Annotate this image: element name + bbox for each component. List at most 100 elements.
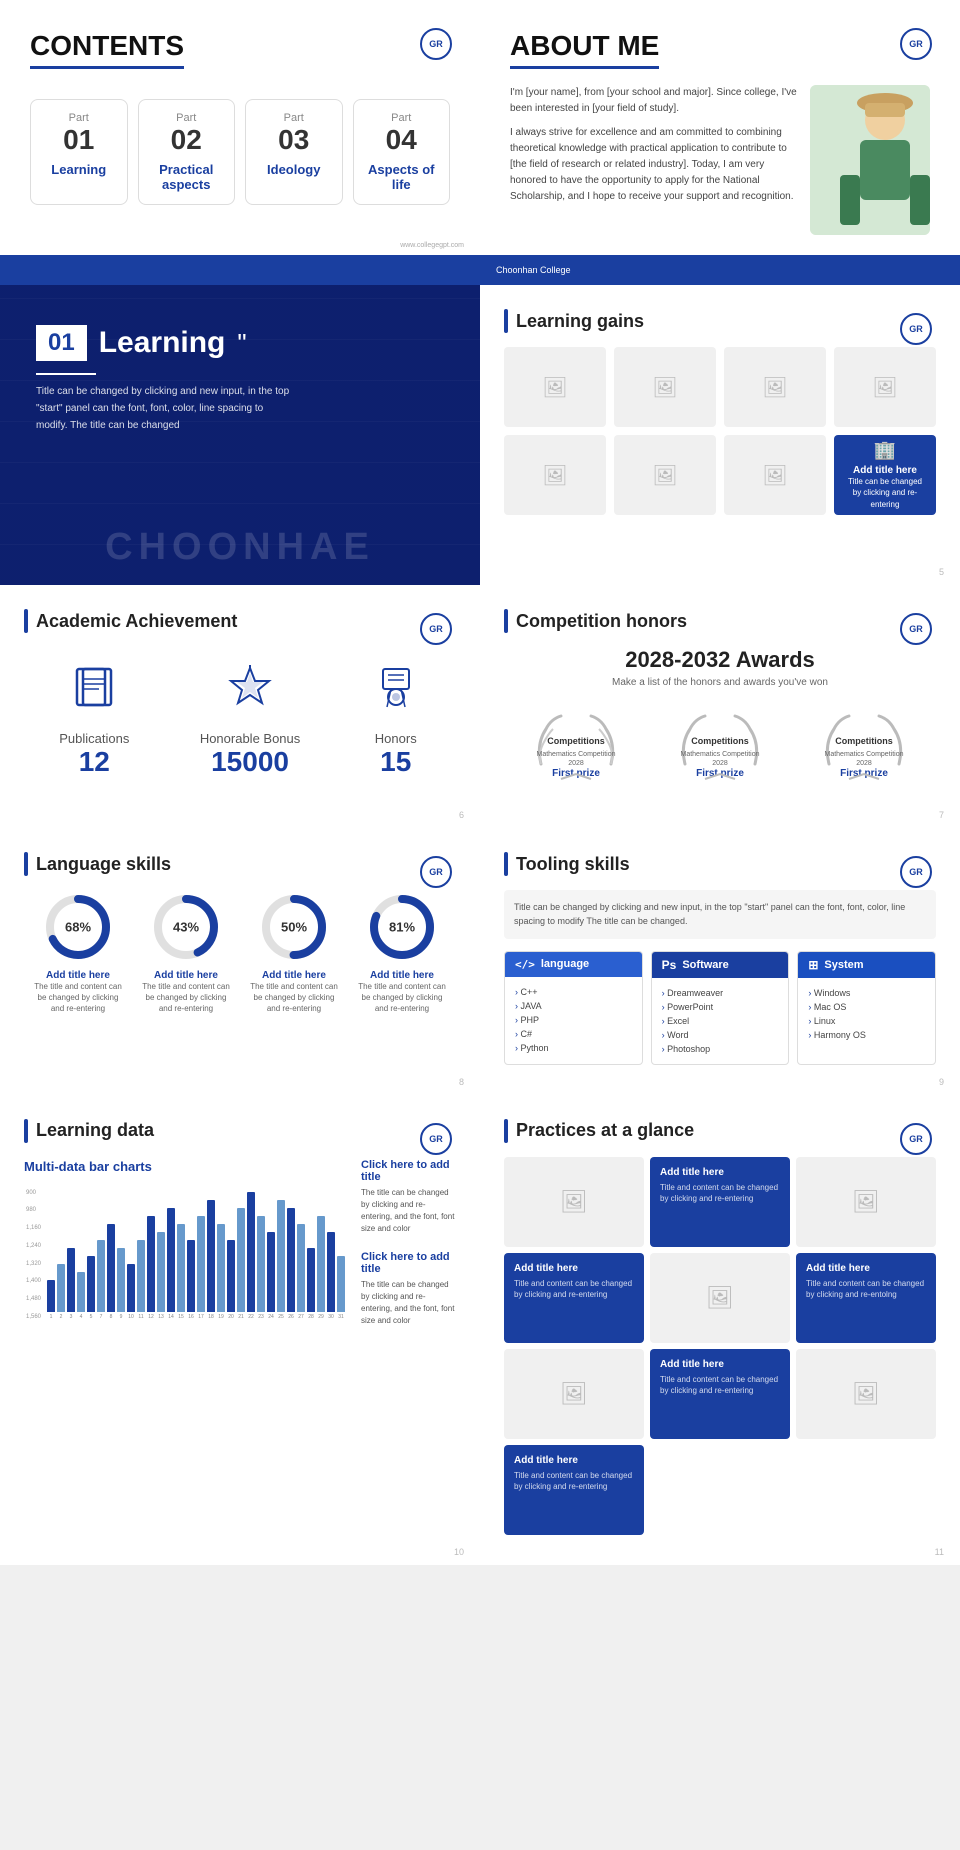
pct-4: 81% bbox=[389, 920, 415, 935]
slide-num-10: 11 bbox=[935, 1547, 944, 1557]
practices-title: Practices at a glance bbox=[516, 1120, 936, 1141]
logo-circle-7: GR bbox=[420, 856, 452, 888]
prac-icon-4: 🖼 bbox=[560, 1381, 588, 1407]
tool-table: </> language C++ JAVA PHP C# Python Ps S… bbox=[504, 951, 936, 1065]
tool-header-sys: ⊞ System bbox=[798, 952, 935, 978]
prac-blue-3: Add title here Title and content can be … bbox=[796, 1253, 936, 1343]
tool-col-sys: ⊞ System Windows Mac OS Linux Harmony OS bbox=[797, 951, 936, 1065]
tool-item-python: Python bbox=[515, 1041, 632, 1055]
tool-items-sys: Windows Mac OS Linux Harmony OS bbox=[798, 978, 935, 1050]
bar-30 bbox=[337, 1256, 345, 1312]
x-label-25: 26 bbox=[287, 1314, 295, 1320]
x-label-24: 25 bbox=[277, 1314, 285, 1320]
choonha-watermark: CHOONHAE bbox=[0, 526, 480, 569]
ps-icon: Ps bbox=[662, 958, 677, 972]
gains-cell-3: 🖼 bbox=[724, 347, 826, 427]
academic-title: Academic Achievement bbox=[36, 611, 456, 632]
prac-blue-5: Add title here Title and content can be … bbox=[504, 1445, 644, 1535]
academic-header: Academic Achievement GR bbox=[24, 609, 456, 633]
about-footer-text: Choonhan College bbox=[496, 265, 571, 275]
gains-header: Learning gains GR bbox=[504, 309, 936, 333]
card-3[interactable]: Part 03 Ideology bbox=[245, 99, 343, 205]
x-label-13: 14 bbox=[167, 1314, 175, 1320]
bar-22 bbox=[257, 1216, 265, 1312]
card-1-num: 01 bbox=[41, 124, 117, 156]
tool-header-lang: </> language bbox=[505, 952, 642, 977]
x-label-9: 10 bbox=[127, 1314, 135, 1320]
bar-27 bbox=[307, 1248, 315, 1312]
gains-stripe bbox=[504, 309, 508, 333]
awards-title: 2028-2032 Awards bbox=[504, 647, 936, 673]
logo-circle-8: GR bbox=[900, 856, 932, 888]
slide-num-9: 10 bbox=[454, 1547, 464, 1557]
x-label-17: 18 bbox=[207, 1314, 215, 1320]
contents-title: CONTENTS bbox=[30, 30, 184, 69]
card-2[interactable]: Part 02 Practical aspects bbox=[138, 99, 236, 205]
lang-circles: 68% Add title here The title and content… bbox=[24, 892, 456, 1015]
x-label-8: 9 bbox=[117, 1314, 125, 1320]
lang-add-title-2: Add title here bbox=[138, 970, 233, 981]
slide-num-4: 5 bbox=[939, 567, 944, 577]
contents-cards: Part 01 Learning Part 02 Practical aspec… bbox=[30, 99, 450, 205]
card-1[interactable]: Part 01 Learning bbox=[30, 99, 128, 205]
achievement-row: Publications 12 Honorable Bonus 15000 bbox=[24, 663, 456, 778]
about-image bbox=[810, 85, 930, 235]
y-axis: 1,5601,4801,4001,3201,2401,160980900 bbox=[24, 1190, 43, 1320]
lang-title: Language skills bbox=[36, 854, 456, 875]
x-label-18: 19 bbox=[217, 1314, 225, 1320]
x-label-26: 27 bbox=[297, 1314, 305, 1320]
tool-title: Tooling skills bbox=[516, 854, 936, 875]
card-1-label: Learning bbox=[41, 162, 117, 177]
about-footer-bar: Choonhan College bbox=[480, 255, 960, 285]
gains-grid: 🖼 🖼 🖼 🖼 🖼 🖼 🖼 🏢 Add title here Title can… bbox=[504, 347, 936, 515]
card-2-num: 02 bbox=[149, 124, 225, 156]
lang-add-title-3: Add title here bbox=[246, 970, 341, 981]
x-label-29: 30 bbox=[327, 1314, 335, 1320]
tool-desc: Title can be changed by clicking and new… bbox=[504, 890, 936, 939]
image-icon-5: 🖼 bbox=[542, 463, 567, 488]
tool-item-word: Word bbox=[662, 1028, 779, 1042]
tool-soft-label: Software bbox=[682, 959, 728, 971]
gains-cell-5: 🖼 bbox=[504, 435, 606, 515]
svg-text:2028: 2028 bbox=[712, 760, 728, 767]
prac-blue-title-4: Add title here bbox=[660, 1359, 724, 1370]
click-title-2[interactable]: Click here to add title bbox=[361, 1251, 456, 1275]
comp-card-2: Competitions Mathematics Competition 202… bbox=[660, 704, 781, 789]
card-3-label: Ideology bbox=[256, 162, 332, 177]
x-label-1: 1 bbox=[47, 1314, 55, 1320]
lang-add-desc-3: The title and content can be changed by … bbox=[246, 981, 341, 1015]
gains-cell-blue: 🏢 Add title here Title can be changed by… bbox=[834, 435, 936, 515]
bar-5 bbox=[87, 1256, 95, 1312]
learning-description: Title can be changed by clicking and new… bbox=[36, 383, 296, 434]
tool-header-soft: Ps Software bbox=[652, 952, 789, 978]
svg-text:Competitions: Competitions bbox=[547, 736, 605, 746]
comp-card-3: Competitions Mathematics Competition 202… bbox=[804, 704, 925, 789]
tool-item-cpp: C++ bbox=[515, 985, 632, 999]
svg-text:Mathematics Competition: Mathematics Competition bbox=[536, 751, 615, 758]
bar-13 bbox=[167, 1208, 175, 1312]
about-text: I'm [your name], from [your school and m… bbox=[510, 85, 798, 235]
bar-16 bbox=[197, 1216, 205, 1312]
bar-21 bbox=[247, 1192, 255, 1312]
laurel-1: Competitions Mathematics Competition 202… bbox=[516, 704, 637, 784]
gains-title: Learning gains bbox=[516, 311, 936, 332]
click-title-1[interactable]: Click here to add title bbox=[361, 1159, 456, 1183]
awards-subtitle: Make a list of the honors and awards you… bbox=[504, 677, 936, 688]
bar-4 bbox=[77, 1272, 85, 1312]
gains-cell-7: 🖼 bbox=[724, 435, 826, 515]
bar-2 bbox=[57, 1264, 65, 1312]
prac-img-4: 🖼 bbox=[504, 1349, 644, 1439]
click-area[interactable]: Click here to add title The title can be… bbox=[361, 1159, 456, 1343]
lang-header: Language skills GR bbox=[24, 852, 456, 876]
card-4[interactable]: Part 04 Aspects of life bbox=[353, 99, 451, 205]
card-3-num: 03 bbox=[256, 124, 332, 156]
data-header: Learning data GR bbox=[24, 1119, 456, 1143]
lang-add-desc-4: The title and content can be changed by … bbox=[354, 981, 449, 1015]
academic-stripe bbox=[24, 609, 28, 633]
prac-img-3: 🖼 bbox=[650, 1253, 790, 1343]
bar-24 bbox=[277, 1200, 285, 1312]
prac-blue-desc-3: Title and content can be changed by clic… bbox=[806, 1278, 926, 1300]
competition-title: Competition honors bbox=[516, 611, 936, 632]
prac-icon-3: 🖼 bbox=[706, 1285, 734, 1311]
bar-8 bbox=[117, 1248, 125, 1312]
